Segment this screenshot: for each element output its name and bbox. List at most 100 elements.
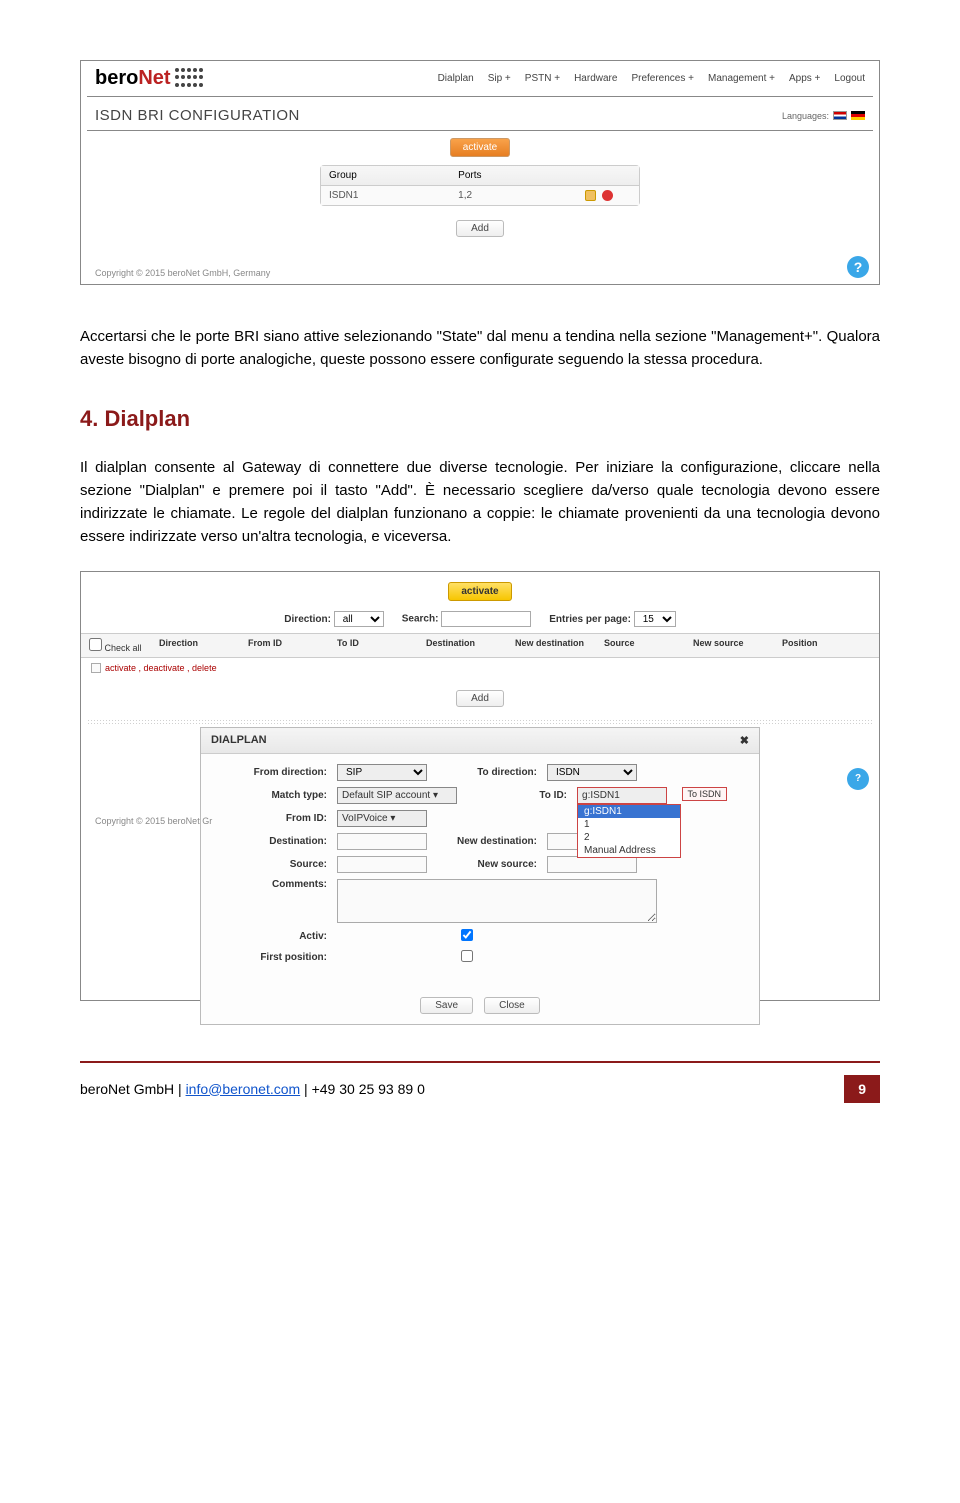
logo-dots-icon (175, 68, 205, 90)
match-type-label: Match type: (217, 790, 327, 801)
dd-option[interactable]: g:ISDN1 (578, 805, 680, 818)
paragraph-1: Accertarsi che le porte BRI siano attive… (80, 325, 880, 372)
dd-option[interactable]: 1 (578, 818, 680, 831)
section-heading: 4. Dialplan (80, 406, 880, 432)
row-actions: activate , deactivate , delete (81, 658, 879, 679)
menu-preferences[interactable]: Preferences + (631, 73, 694, 84)
th-ports: Ports (450, 166, 559, 185)
footer-email-link[interactable]: info@beronet.com (186, 1081, 301, 1097)
search-input[interactable] (441, 611, 531, 627)
comments-label: Comments: (217, 879, 327, 890)
th-toid: To ID (337, 638, 426, 653)
dialog-title: DIALPLAN (211, 734, 267, 747)
th-checkall: Check all (105, 643, 142, 653)
to-direction-label: To direction: (437, 767, 537, 778)
flag-de-icon[interactable] (851, 111, 865, 120)
menu-apps[interactable]: Apps + (789, 73, 820, 84)
first-position-checkbox[interactable] (461, 950, 473, 962)
isdn-group-table: Group Ports ISDN1 1,2 (320, 165, 640, 206)
from-id-label: From ID: (217, 813, 327, 824)
table-row: ISDN1 1,2 (321, 186, 639, 205)
help-icon[interactable]: ? (847, 768, 869, 790)
page-footer: beroNet GmbH | info@beronet.com | +49 30… (80, 1061, 880, 1115)
paragraph-2: Il dialplan consente al Gateway di conne… (80, 456, 880, 549)
page-number: 9 (844, 1075, 880, 1103)
to-id-dropdown: g:ISDN1 1 2 Manual Address (577, 804, 681, 858)
edit-icon[interactable] (585, 190, 596, 201)
save-button[interactable]: Save (420, 997, 473, 1014)
screenshot-isdn-config: beroNet Dialplan Sip + PSTN + Hardware P… (80, 60, 880, 285)
activate-button[interactable]: activate (450, 138, 510, 157)
copyright-text: Copyright © 2015 beroNet GmbH, Germany (95, 268, 270, 278)
add-button[interactable]: Add (456, 220, 504, 237)
menu-sip[interactable]: Sip + (488, 73, 511, 84)
footer-company: beroNet GmbH | (80, 1081, 186, 1097)
menu-logout[interactable]: Logout (834, 73, 865, 84)
languages-label: Languages: (782, 111, 829, 121)
activ-label: Activ: (217, 931, 327, 942)
th-direction: Direction (159, 638, 248, 653)
select-icon[interactable] (91, 663, 101, 673)
check-all[interactable] (89, 638, 102, 651)
direction-select[interactable]: all (334, 611, 384, 627)
dialplan-dialog: DIALPLAN ✖ From direction: SIP To direct… (200, 727, 760, 1025)
th-destination: Destination (426, 638, 515, 653)
th-position: Position (782, 638, 871, 653)
new-source-input[interactable] (547, 856, 637, 873)
comments-input[interactable] (337, 879, 657, 923)
th-source: Source (604, 638, 693, 653)
match-type-select[interactable]: Default SIP account ▾ (337, 787, 457, 804)
destination-input[interactable] (337, 833, 427, 850)
help-icon[interactable]: ? (847, 256, 869, 278)
from-id-select[interactable]: VoIPVoice ▾ (337, 810, 427, 827)
logo: beroNet (95, 67, 205, 90)
copyright-text: Copyright © 2015 beroNet Gr (95, 816, 212, 826)
page-title: ISDN BRI CONFIGURATION (95, 107, 300, 124)
menu-management[interactable]: Management + (708, 73, 775, 84)
dialplan-table-header: Check all Direction From ID To ID Destin… (81, 633, 879, 658)
to-id-value[interactable]: g:ISDN1 (577, 787, 667, 804)
logo-part2: Net (138, 67, 170, 89)
row-actions-text[interactable]: activate , deactivate , delete (105, 663, 217, 673)
destination-label: Destination: (217, 836, 327, 847)
direction-label: Direction: (284, 614, 331, 625)
activate-button[interactable]: activate (448, 582, 511, 601)
new-destination-label: New destination: (437, 836, 537, 847)
dd-option[interactable]: Manual Address (578, 844, 680, 857)
language-switch: Languages: (782, 111, 865, 121)
top-menu: Dialplan Sip + PSTN + Hardware Preferenc… (438, 73, 865, 84)
from-direction-select[interactable]: SIP (337, 764, 427, 781)
to-direction-select[interactable]: ISDN (547, 764, 637, 781)
menu-hardware[interactable]: Hardware (574, 73, 617, 84)
add-button[interactable]: Add (456, 690, 504, 707)
to-id-select[interactable]: g:ISDN1 g:ISDN1 1 2 Manual Address To IS… (577, 787, 667, 804)
delete-icon[interactable] (602, 190, 613, 201)
th-newdest: New destination (515, 638, 604, 653)
filters-row: Direction: all Search: Entries per page:… (81, 607, 879, 633)
th-fromid: From ID (248, 638, 337, 653)
activ-checkbox[interactable] (461, 929, 473, 941)
menu-dialplan[interactable]: Dialplan (438, 73, 474, 84)
td-group: ISDN1 (321, 186, 450, 205)
source-label: Source: (217, 859, 327, 870)
to-isdn-note: To ISDN (682, 787, 728, 801)
entries-select[interactable]: 15 (634, 611, 676, 627)
from-direction-label: From direction: (217, 767, 327, 778)
close-icon[interactable]: ✖ (740, 734, 749, 747)
menu-pstn[interactable]: PSTN + (525, 73, 560, 84)
first-position-label: First position: (217, 952, 327, 963)
search-label: Search: (402, 613, 439, 624)
dd-option[interactable]: 2 (578, 831, 680, 844)
new-source-label: New source: (437, 859, 537, 870)
footer-phone: | +49 30 25 93 89 0 (300, 1081, 425, 1097)
source-input[interactable] (337, 856, 427, 873)
th-group: Group (321, 166, 450, 185)
flag-uk-icon[interactable] (833, 111, 847, 120)
screenshot-dialplan: activate Direction: all Search: Entries … (80, 571, 880, 1001)
logo-part1: bero (95, 67, 138, 89)
to-id-label: To ID: (467, 790, 567, 801)
td-ports: 1,2 (450, 186, 559, 205)
entries-label: Entries per page: (549, 614, 631, 625)
th-newsource: New source (693, 638, 782, 653)
close-button[interactable]: Close (484, 997, 540, 1014)
